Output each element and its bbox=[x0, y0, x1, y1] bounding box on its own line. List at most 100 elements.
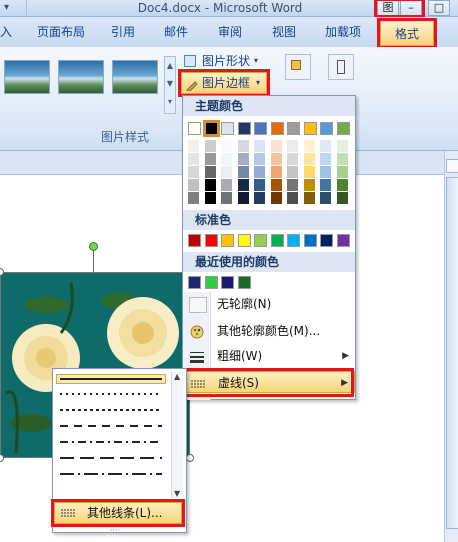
picture-style-thumb-2[interactable] bbox=[58, 60, 104, 94]
tab-view[interactable]: 视图 bbox=[266, 17, 302, 47]
theme-shade-swatch[interactable] bbox=[221, 153, 232, 165]
no-outline-item[interactable]: 无轮廓(N) bbox=[183, 293, 355, 315]
theme-shade-swatch[interactable] bbox=[270, 166, 282, 178]
theme-shade-swatch[interactable] bbox=[303, 179, 315, 191]
vertical-scrollbar[interactable] bbox=[444, 151, 458, 542]
gallery-down-icon[interactable]: ▼ bbox=[165, 75, 175, 93]
theme-shade-swatch[interactable] bbox=[221, 166, 232, 178]
gallery-up-icon[interactable]: ▲ bbox=[165, 57, 175, 75]
theme-color-swatch[interactable] bbox=[336, 122, 350, 135]
theme-color-swatch[interactable] bbox=[188, 122, 201, 135]
recent-color-swatch[interactable] bbox=[221, 276, 234, 289]
theme-shade-swatch[interactable] bbox=[237, 140, 249, 152]
arrange-align-button[interactable] bbox=[328, 54, 354, 80]
standard-color-swatch[interactable] bbox=[237, 234, 251, 247]
theme-shade-swatch[interactable] bbox=[287, 140, 298, 152]
picture-style-thumb-3[interactable] bbox=[112, 60, 158, 94]
theme-shade-swatch[interactable] bbox=[254, 179, 265, 191]
theme-shade-swatch[interactable] bbox=[320, 140, 331, 152]
restore-button[interactable]: □ bbox=[428, 0, 450, 16]
theme-shade-swatch[interactable] bbox=[336, 179, 348, 191]
theme-shade-swatch[interactable] bbox=[270, 192, 282, 204]
rotation-handle[interactable] bbox=[89, 242, 98, 251]
theme-shade-swatch[interactable] bbox=[188, 166, 199, 178]
theme-shade-swatch[interactable] bbox=[303, 192, 315, 204]
more-outline-colors-item[interactable]: 其他轮廓颜色(M)... bbox=[183, 320, 355, 342]
theme-shade-swatch[interactable] bbox=[188, 192, 199, 204]
tab-references[interactable]: 引用 bbox=[105, 17, 141, 47]
theme-shade-swatch[interactable] bbox=[287, 179, 298, 191]
theme-color-swatch[interactable] bbox=[254, 122, 267, 135]
theme-shade-swatch[interactable] bbox=[221, 140, 232, 152]
standard-color-swatch[interactable] bbox=[303, 234, 317, 247]
standard-color-swatch[interactable] bbox=[204, 234, 218, 247]
theme-shade-swatch[interactable] bbox=[254, 153, 265, 165]
standard-color-swatch[interactable] bbox=[320, 234, 333, 247]
theme-shade-swatch[interactable] bbox=[287, 192, 298, 204]
gallery-more-icon[interactable]: ▾ bbox=[165, 93, 175, 111]
theme-shade-swatch[interactable] bbox=[336, 166, 348, 178]
gallery-scroll[interactable]: ▲ ▼ ▾ bbox=[164, 56, 176, 114]
theme-shade-swatch[interactable] bbox=[254, 166, 265, 178]
theme-shade-swatch[interactable] bbox=[336, 140, 348, 152]
theme-shade-swatch[interactable] bbox=[270, 153, 282, 165]
theme-shade-swatch[interactable] bbox=[287, 153, 298, 165]
tab-page-layout[interactable]: 页面布局 bbox=[30, 17, 92, 47]
theme-shade-swatch[interactable] bbox=[221, 179, 232, 191]
theme-shade-swatch[interactable] bbox=[270, 179, 282, 191]
standard-color-swatch[interactable] bbox=[221, 234, 234, 247]
theme-shade-swatch[interactable] bbox=[237, 166, 249, 178]
dash-solid-selected[interactable] bbox=[56, 374, 166, 384]
theme-color-swatch[interactable] bbox=[303, 122, 317, 135]
theme-shade-swatch[interactable] bbox=[204, 140, 216, 152]
dash-styles-list[interactable] bbox=[58, 386, 168, 486]
theme-shade-swatch[interactable] bbox=[320, 179, 331, 191]
recent-color-swatch[interactable] bbox=[204, 276, 218, 289]
ruler-toggle-icon[interactable] bbox=[446, 159, 458, 173]
theme-color-swatch[interactable] bbox=[320, 122, 333, 135]
standard-color-swatch[interactable] bbox=[270, 234, 284, 247]
theme-shade-swatch[interactable] bbox=[303, 140, 315, 152]
theme-shade-swatch[interactable] bbox=[254, 192, 265, 204]
resize-handle-se[interactable] bbox=[186, 454, 194, 462]
theme-shade-swatch[interactable] bbox=[237, 153, 249, 165]
tab-addins[interactable]: 加载项 bbox=[318, 17, 368, 47]
theme-shade-swatch[interactable] bbox=[188, 179, 199, 191]
theme-color-swatch[interactable] bbox=[287, 122, 300, 135]
standard-color-swatch[interactable] bbox=[188, 234, 201, 247]
theme-shade-swatch[interactable] bbox=[320, 166, 331, 178]
theme-shade-swatch[interactable] bbox=[237, 179, 249, 191]
theme-shade-swatch[interactable] bbox=[188, 140, 199, 152]
theme-color-swatch[interactable] bbox=[221, 122, 234, 135]
scroll-thumb[interactable] bbox=[446, 177, 458, 529]
theme-shade-swatch[interactable] bbox=[204, 192, 216, 204]
standard-color-swatch[interactable] bbox=[287, 234, 300, 247]
theme-shade-swatch[interactable] bbox=[204, 166, 216, 178]
picture-shape-button[interactable]: 图片形状 ▾ bbox=[184, 52, 264, 70]
scroll-down-icon[interactable]: ▼ bbox=[174, 489, 180, 498]
theme-shade-swatch[interactable] bbox=[254, 140, 265, 152]
theme-shade-swatch[interactable] bbox=[270, 140, 282, 152]
theme-shade-swatch[interactable] bbox=[336, 192, 348, 204]
weight-item[interactable]: 粗细(W) ▶ bbox=[183, 345, 355, 367]
theme-shade-swatch[interactable] bbox=[188, 153, 199, 165]
theme-color-swatch[interactable] bbox=[237, 122, 251, 135]
recent-color-swatch[interactable] bbox=[188, 276, 201, 289]
resize-grip-icon[interactable]: ···· bbox=[110, 527, 126, 535]
theme-color-swatch[interactable] bbox=[270, 122, 284, 135]
tab-partial[interactable]: 入 bbox=[0, 17, 12, 47]
quick-access-arrow-icon[interactable]: ▾ bbox=[4, 2, 16, 14]
theme-shade-swatch[interactable] bbox=[287, 166, 298, 178]
standard-color-swatch[interactable] bbox=[336, 234, 350, 247]
theme-shade-swatch[interactable] bbox=[221, 192, 232, 204]
theme-shade-swatch[interactable] bbox=[320, 192, 331, 204]
theme-shade-swatch[interactable] bbox=[204, 153, 216, 165]
theme-shade-swatch[interactable] bbox=[237, 192, 249, 204]
picture-style-thumb-1[interactable] bbox=[4, 60, 50, 94]
theme-shade-swatch[interactable] bbox=[303, 153, 315, 165]
tab-review[interactable]: 审阅 bbox=[212, 17, 248, 47]
scroll-up-icon[interactable]: ▲ bbox=[174, 372, 180, 381]
tab-mailings[interactable]: 邮件 bbox=[158, 17, 194, 47]
submenu-scrollbar[interactable]: ▲ ▼ bbox=[171, 372, 183, 498]
theme-shade-swatch[interactable] bbox=[336, 153, 348, 165]
